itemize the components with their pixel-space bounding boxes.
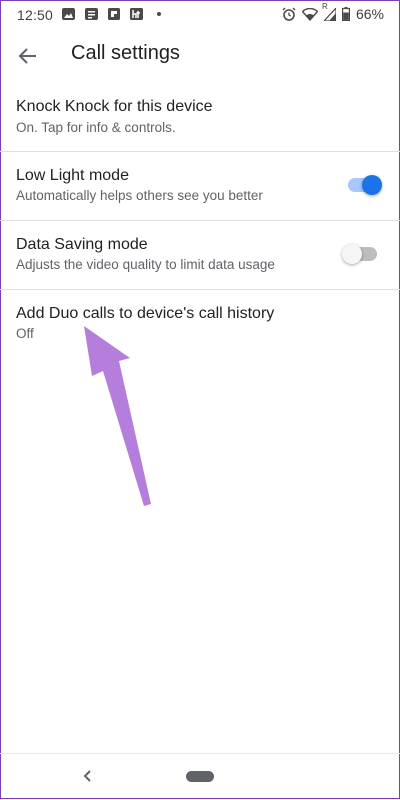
news-icon [85,8,98,20]
toggle-knob [342,244,362,264]
setting-title: Data Saving mode [16,236,148,253]
page-title: Call settings [71,42,180,64]
battery-percentage: 66% [355,6,384,22]
back-arrow-icon[interactable] [16,44,40,68]
setting-data-saving-mode[interactable]: Data Saving mode Adjusts the video quali… [0,221,400,289]
gallery-icon [62,8,75,20]
setting-title: Low Light mode [16,167,129,184]
ht-app-icon [130,8,143,20]
setting-subtitle: Adjusts the video quality to limit data … [16,257,275,272]
nav-home-pill[interactable] [186,771,214,782]
setting-title: Add Duo calls to device's call history [16,305,275,322]
setting-knock-knock[interactable]: Knock Knock for this device On. Tap for … [0,82,400,151]
status-bar: 12:50 R 66% [0,0,400,30]
status-time: 12:50 [17,7,54,23]
roaming-indicator: R [321,1,328,11]
toggle-knob [362,175,382,195]
data-saving-toggle[interactable] [342,244,377,264]
wifi-icon [301,7,318,21]
alarm-icon [282,7,296,21]
setting-subtitle: Automatically helps others see you bette… [16,188,263,203]
navigation-bar [0,753,400,800]
system-icons: R 66% [282,2,384,22]
more-notifications-dot [157,12,161,16]
low-light-toggle[interactable] [348,175,382,195]
flipboard-icon [108,8,120,20]
setting-subtitle: On. Tap for info & controls. [16,120,176,135]
nav-back-icon[interactable] [80,766,96,786]
notification-icons [62,8,161,20]
setting-duo-call-history[interactable]: Add Duo calls to device's call history O… [0,290,400,358]
battery-icon [341,7,350,21]
setting-title: Knock Knock for this device [16,98,213,115]
signal-icon: R [322,2,336,21]
setting-low-light-mode[interactable]: Low Light mode Automatically helps other… [0,152,400,220]
app-bar: Call settings [0,30,400,82]
setting-subtitle: Off [16,326,34,341]
